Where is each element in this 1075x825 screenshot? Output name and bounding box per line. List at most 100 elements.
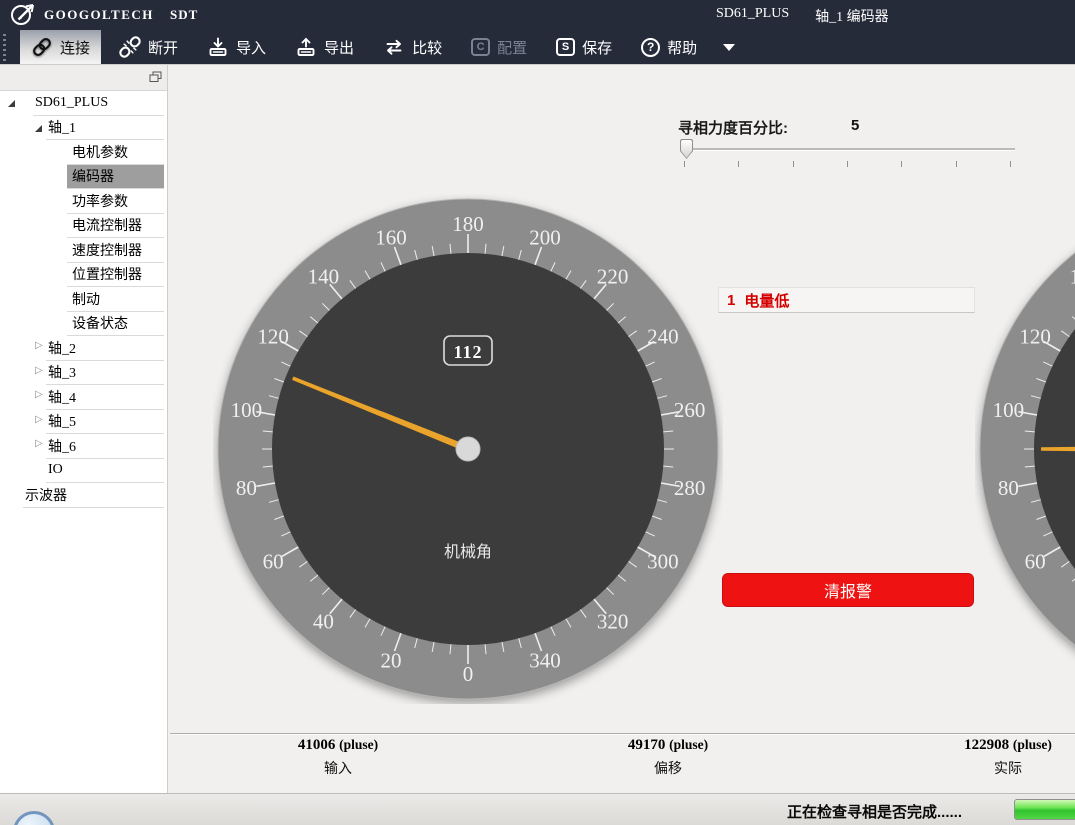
tree-item-label: IO <box>46 459 164 484</box>
device-tree: SD61_PLUS轴_1电机参数编码器功率参数电流控制器速度控制器位置控制器制动… <box>0 91 167 508</box>
readout-value: 122908 <box>964 737 1009 753</box>
googoltech-logo-icon <box>8 3 38 27</box>
svg-text:20: 20 <box>381 648 402 672</box>
sidebar-item-SD61_PLUS[interactable]: SD61_PLUS <box>0 91 167 116</box>
readout-输入: 41006 (pluse)输入 <box>218 737 458 778</box>
tree-item-label: 电流控制器 <box>67 214 164 239</box>
toolbar-button-save[interactable]: S保存 <box>545 30 623 64</box>
svg-text:200: 200 <box>529 226 561 250</box>
svg-text:140: 140 <box>1070 265 1075 289</box>
tree-item-label: 轴_6 <box>46 434 164 459</box>
phase-strength-label: 寻相力度百分比: <box>678 117 788 138</box>
title-bar: GOOGOLTECH SDT SD61_PLUS 轴_1 编码器 <box>0 0 1075 30</box>
toolbar-label-import: 导入 <box>236 37 266 58</box>
sidebar-item-轴_2[interactable]: ▷轴_2 <box>0 336 167 361</box>
readout-label: 偏移 <box>548 758 788 778</box>
svg-text:80: 80 <box>236 476 257 500</box>
letter-c-icon: C <box>471 38 490 56</box>
export-tray-icon <box>295 36 317 58</box>
svg-text:260: 260 <box>674 398 706 422</box>
svg-text:120: 120 <box>1019 325 1051 349</box>
toolbar-button-connect[interactable]: 连接 <box>20 30 101 64</box>
brand-text: GOOGOLTECH <box>44 7 154 23</box>
sidebar-item-示波器[interactable]: 示波器 <box>0 483 167 508</box>
phase-strength-slider-track[interactable] <box>681 148 1015 151</box>
chain-broken-icon <box>119 36 141 58</box>
svg-text:100: 100 <box>993 398 1025 422</box>
sidebar-item-轴_4[interactable]: ▷轴_4 <box>0 385 167 410</box>
svg-text:120: 120 <box>257 325 289 349</box>
alarm-text: 电量低 <box>744 290 789 311</box>
sidebar-item-电流控制器[interactable]: 电流控制器 <box>0 214 167 239</box>
tree-collapsed-icon[interactable]: ▷ <box>35 414 43 425</box>
slider-tick <box>1010 161 1011 167</box>
toolbar-button-import[interactable]: 导入 <box>196 30 277 64</box>
gauge-value-text: 112 <box>453 342 482 362</box>
chain-link-icon <box>31 36 53 58</box>
toolbar-overflow-caret-icon[interactable] <box>723 44 735 51</box>
sidebar-item-编码器[interactable]: 编码器 <box>0 165 167 190</box>
tree-item-label: SD61_PLUS <box>33 91 164 116</box>
svg-text:100: 100 <box>231 398 263 422</box>
gauge-hub <box>456 437 480 461</box>
toolbar-label-config: 配置 <box>497 37 527 58</box>
sidebar-item-轴_6[interactable]: ▷轴_6 <box>0 434 167 459</box>
svg-text:340: 340 <box>529 648 561 672</box>
alarm-index: 1 <box>727 292 735 309</box>
toolbar-button-export[interactable]: 导出 <box>284 30 365 64</box>
sidebar-item-位置控制器[interactable]: 位置控制器 <box>0 263 167 288</box>
sidebar-item-电机参数[interactable]: 电机参数 <box>0 140 167 165</box>
toolbar-label-connect: 连接 <box>60 37 90 58</box>
sidebar-item-设备状态[interactable]: 设备状态 <box>0 312 167 337</box>
svg-text:320: 320 <box>597 609 629 633</box>
sidebar-header <box>0 65 167 91</box>
sidebar-item-功率参数[interactable]: 功率参数 <box>0 189 167 214</box>
toolbar-button-compare[interactable]: 比较 <box>372 30 453 64</box>
clear-alarm-button[interactable]: 清报警 <box>722 573 974 607</box>
svg-text:40: 40 <box>313 609 334 633</box>
progress-bar <box>1014 799 1075 820</box>
readout-实际: 122908 (pluse)实际 <box>888 737 1075 778</box>
tree-collapsed-icon[interactable]: ▷ <box>35 438 43 449</box>
toolbar-grip-handle[interactable] <box>3 34 6 61</box>
svg-text:240: 240 <box>647 325 679 349</box>
float-panel-icon[interactable] <box>149 71 162 83</box>
context-page: 轴_1 编码器 <box>815 6 889 26</box>
tree-collapsed-icon[interactable]: ▷ <box>35 389 43 400</box>
sidebar-item-轴_1[interactable]: 轴_1 <box>0 116 167 141</box>
main-content: 寻相力度百分比: 5 1电量低 020406080100120140160180… <box>168 65 1075 793</box>
tree-item-label: 电机参数 <box>67 140 164 165</box>
tree-collapsed-icon[interactable]: ▷ <box>35 365 43 376</box>
slider-tick <box>901 161 902 167</box>
phase-strength-slider-handle[interactable] <box>680 139 693 159</box>
tree-expanded-icon[interactable] <box>8 100 15 107</box>
tree-item-label: 设备状态 <box>67 312 164 337</box>
readout-偏移: 49170 (pluse)偏移 <box>548 737 788 778</box>
toolbar-button-disconnect[interactable]: 断开 <box>108 30 189 64</box>
alarm-list: 1 电量低 <box>718 287 975 313</box>
app-title: SDT <box>170 7 198 23</box>
slider-tick <box>793 161 794 167</box>
toolbar-label-help: 帮助 <box>667 37 697 58</box>
toolbar-button-help[interactable]: ?帮助 <box>630 30 708 64</box>
toolbar-label-compare: 比较 <box>412 37 442 58</box>
secondary-gauge-partial: 0204060801001201401601802002202402602803… <box>975 194 1075 704</box>
sidebar-item-制动[interactable]: 制动 <box>0 287 167 312</box>
tree-collapsed-icon[interactable]: ▷ <box>35 340 43 351</box>
sidebar-item-轴_3[interactable]: ▷轴_3 <box>0 361 167 386</box>
svg-text:140: 140 <box>308 265 340 289</box>
readout-unit: (pluse) <box>1013 737 1052 752</box>
svg-text:180: 180 <box>452 212 484 236</box>
toolbar-label-export: 导出 <box>324 37 354 58</box>
sidebar-item-IO[interactable]: IO <box>0 459 167 484</box>
alarm-entry[interactable]: 1 电量低 <box>718 287 975 313</box>
svg-text:280: 280 <box>674 476 706 500</box>
sidebar-item-速度控制器[interactable]: 速度控制器 <box>0 238 167 263</box>
import-tray-icon <box>207 36 229 58</box>
svg-text:0: 0 <box>463 662 474 686</box>
compare-arrows-icon <box>383 36 405 58</box>
tree-expanded-icon[interactable] <box>35 125 42 132</box>
context-device: SD61_PLUS <box>716 6 789 26</box>
sidebar-item-轴_5[interactable]: ▷轴_5 <box>0 410 167 435</box>
tree-item-label: 示波器 <box>23 483 164 508</box>
